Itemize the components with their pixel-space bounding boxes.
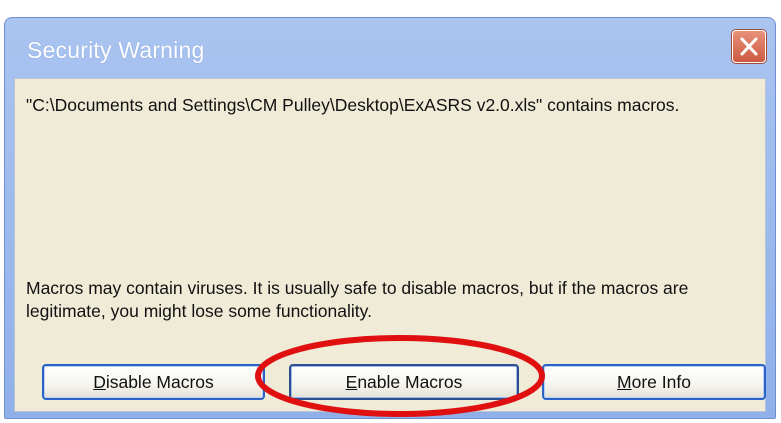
more-info-accel: M <box>617 371 632 392</box>
more-info-button[interactable]: More Info <box>542 364 766 400</box>
close-button[interactable] <box>732 30 766 63</box>
more-info-label: ore Info <box>631 371 691 392</box>
warning-message: Macros may contain viruses. It is usuall… <box>26 278 689 321</box>
highlight-circle-annotation <box>255 335 545 417</box>
disable-macros-label: isable Macros <box>105 371 214 392</box>
title-bar[interactable]: Security Warning <box>5 18 775 78</box>
file-message: "C:\Documents and Settings\CM Pulley\Des… <box>26 95 680 115</box>
dialog-title: Security Warning <box>27 37 205 63</box>
disable-macros-accel: D <box>93 371 106 392</box>
disable-macros-button[interactable]: Disable Macros <box>42 364 265 400</box>
close-icon <box>740 37 758 56</box>
